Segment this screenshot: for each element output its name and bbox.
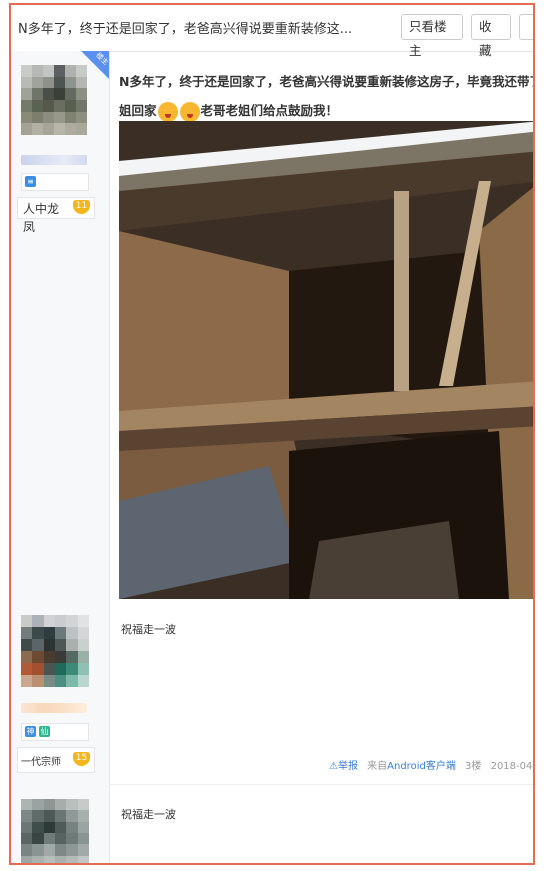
more-button[interactable] — [519, 14, 533, 40]
reply-text: 祝福走一波 — [121, 808, 176, 821]
post-content: N多年了，终于还是回家了，老爸高兴得说要重新装修这房子，毕竟我还带了 姐回家 老哥… — [119, 67, 535, 125]
source-prefix: 来自 — [367, 761, 388, 772]
thread-header: N多年了，终于还是回家了，老爸高兴得说要重新装修这... 只看楼主 收藏 — [11, 5, 533, 58]
user-level: 人中龙凤 11 — [17, 197, 95, 234]
member-badges: 神 仙 — [21, 723, 89, 741]
post-date: 2018-04-05 2 — [490, 761, 533, 772]
post-line-2a: 姐回家 — [119, 103, 157, 118]
member-icon: ≡ — [25, 176, 36, 187]
reply-text: 祝福走一波 — [121, 623, 176, 636]
level-badge: 15 — [73, 752, 90, 766]
username-mosaic[interactable] — [21, 155, 87, 165]
avatar[interactable] — [21, 799, 89, 863]
posts-column: 楼主 N多年了，终于还是回家了，老爸高兴得说要重新装修这房子，毕竟我还带了 姐回… — [81, 51, 535, 863]
avatar[interactable] — [21, 615, 89, 687]
level-badge: 11 — [73, 200, 90, 214]
post-line-1: N多年了，终于还是回家了，老爸高兴得说要重新装修这房子，毕竟我还带了 — [119, 74, 535, 89]
god-badge: 神 — [25, 726, 36, 737]
username-mosaic[interactable] — [21, 703, 87, 713]
author-sidebar: ≡ 人中龙凤 11 神 仙 一代宗师 15 — [11, 51, 110, 863]
thread-title: N多年了，终于还是回家了，老爸高兴得说要重新装修这... — [18, 22, 353, 37]
blush-emoji-icon — [179, 101, 200, 122]
post-divider — [109, 784, 533, 785]
immortal-badge: 仙 — [39, 726, 50, 737]
level-title: 人中龙凤 — [23, 202, 60, 234]
member-badges: ≡ — [21, 173, 89, 191]
report-label[interactable]: 举报 — [338, 761, 358, 772]
post-photo[interactable] — [119, 121, 533, 599]
only-host-button[interactable]: 只看楼主 — [401, 14, 463, 58]
avatar[interactable] — [21, 65, 87, 135]
post-footer: ⚠举报 来自Android客户端 3楼 2018-04-05 2 — [329, 757, 533, 772]
android-client-link[interactable]: Android客户端 — [387, 761, 456, 772]
floor-number: 3楼 — [465, 761, 482, 772]
report-link[interactable]: ⚠举报 — [329, 761, 358, 772]
thread-window: N多年了，终于还是回家了，老爸高兴得说要重新装修这... 只看楼主 收藏 ≡ 人… — [9, 3, 535, 865]
user-level: 一代宗师 15 — [17, 747, 95, 773]
blush-emoji-icon — [157, 101, 178, 122]
level-title: 一代宗师 — [21, 757, 61, 768]
post-line-2b: 老哥老姐们给点鼓励我！ — [200, 103, 339, 118]
favorite-button[interactable]: 收藏 — [471, 14, 511, 58]
